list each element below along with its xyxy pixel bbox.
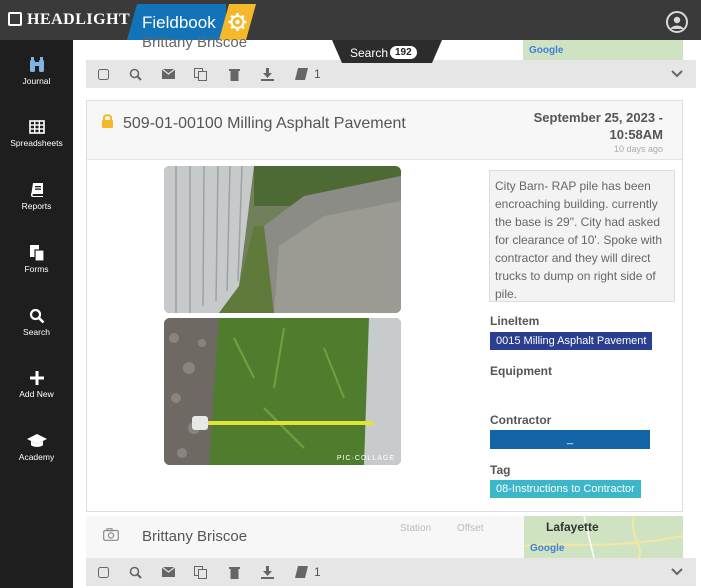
- prev-entry-map[interactable]: Google: [523, 40, 683, 60]
- headlight-logo-text[interactable]: HEADLIGHT: [27, 11, 130, 29]
- attachment-icon[interactable]: [294, 565, 308, 579]
- photo-watermark: PIC·COLLAGE: [336, 455, 395, 462]
- sidebar-item-academy[interactable]: Academy: [0, 430, 73, 462]
- google-logo: Google: [529, 45, 564, 56]
- graduation-cap-icon: [26, 434, 47, 447]
- sidebar-item-reports[interactable]: Reports: [0, 179, 73, 211]
- lineitem-label: LineItem: [490, 314, 540, 328]
- forms-icon: [29, 245, 45, 262]
- sidebar-item-label: Add New: [19, 389, 54, 399]
- select-checkbox[interactable]: [96, 565, 110, 579]
- app-title[interactable]: Fieldbook: [142, 13, 216, 33]
- sidebar-item-search[interactable]: Search: [0, 305, 73, 337]
- copy-icon[interactable]: [193, 67, 207, 81]
- entry-date: September 25, 2023 - 10:58AM: [534, 109, 663, 143]
- attachment-icon[interactable]: [294, 67, 308, 81]
- user-avatar[interactable]: [666, 11, 688, 33]
- copy-icon[interactable]: [193, 565, 207, 579]
- sidebar-item-label: Reports: [21, 201, 52, 211]
- sidebar-item-spreadsheets[interactable]: Spreadsheets: [0, 116, 73, 148]
- entry-notes[interactable]: City Barn- RAP pile has been encroaching…: [489, 170, 675, 302]
- offset-label: Offset: [457, 523, 484, 534]
- prev-entry-toolbar: 1: [86, 60, 696, 88]
- search-count-badge: 192: [390, 46, 417, 59]
- tag-label: Tag: [490, 463, 511, 477]
- zoom-icon[interactable]: [128, 565, 142, 579]
- sidebar-item-label: Forms: [24, 264, 49, 274]
- google-logo: Google: [530, 543, 565, 554]
- lineitem-chip[interactable]: 0015 Milling Asphalt Pavement: [490, 332, 653, 350]
- sidebar-item-label: Spreadsheets: [10, 138, 63, 148]
- contractor-chip[interactable]: _: [490, 430, 650, 449]
- map-town-label: Lafayette: [546, 520, 599, 534]
- photo-building-gravel: [164, 166, 401, 313]
- zoom-icon[interactable]: [128, 67, 142, 81]
- sidebar-item-journal[interactable]: Journal: [0, 54, 73, 86]
- email-icon[interactable]: [161, 67, 175, 81]
- attachment-count: 1: [314, 67, 321, 81]
- camera-icon: [103, 528, 119, 541]
- email-icon[interactable]: [161, 565, 175, 579]
- entry-header[interactable]: 509-01-00100 Milling Asphalt Pavement Se…: [87, 101, 682, 160]
- sidebar-item-label: Journal: [22, 76, 51, 86]
- chevron-down-icon[interactable]: [670, 565, 684, 579]
- select-checkbox[interactable]: [96, 67, 110, 81]
- entry-photo-2[interactable]: PIC·COLLAGE: [164, 318, 401, 465]
- user-icon: [670, 16, 684, 29]
- book-icon: [30, 183, 43, 197]
- trash-icon[interactable]: [227, 67, 241, 81]
- plus-icon: [29, 371, 44, 385]
- entry-date-line2: 10:58AM: [609, 127, 663, 142]
- trash-icon[interactable]: [227, 565, 241, 579]
- sidebar-item-label: Academy: [18, 452, 55, 462]
- attachment-count: 1: [314, 565, 321, 579]
- tag-chip[interactable]: 08-Instructions to Contractor: [490, 480, 641, 498]
- search-label[interactable]: Search: [350, 46, 388, 60]
- contractor-label: Contractor: [490, 413, 552, 427]
- binoculars-icon: [29, 57, 44, 72]
- station-label: Station: [400, 523, 432, 534]
- next-entry-toolbar: 1: [86, 558, 696, 586]
- lock-icon: [102, 114, 113, 128]
- chevron-down-icon[interactable]: [670, 67, 684, 81]
- entry-date-line1: September 25, 2023 -: [533, 110, 663, 125]
- entry-relative-time: 10 days ago: [613, 144, 663, 154]
- equipment-label: Equipment: [490, 364, 552, 378]
- sidebar-item-add-new[interactable]: Add New: [0, 367, 73, 399]
- download-icon[interactable]: [260, 565, 274, 579]
- prev-entry-author: Brittany Briscoe: [142, 34, 248, 51]
- next-entry-map[interactable]: Lafayette Google: [524, 516, 683, 558]
- photo-grass-measuring-tape: [164, 318, 401, 465]
- next-entry-author: Brittany Briscoe: [142, 528, 248, 545]
- search-icon: [29, 308, 44, 324]
- headlight-logo-icon[interactable]: [8, 12, 22, 26]
- sidebar-item-label: Search: [23, 327, 50, 337]
- grid-icon: [28, 120, 45, 134]
- sidebar-item-forms[interactable]: Forms: [0, 242, 73, 274]
- entry-photo-1[interactable]: [164, 166, 401, 313]
- download-icon[interactable]: [260, 67, 274, 81]
- entry-title: 509-01-00100 Milling Asphalt Pavement: [123, 115, 406, 132]
- sidebar: Journal Spreadsheets Reports Forms Searc…: [0, 40, 73, 588]
- journal-entry-card[interactable]: 509-01-00100 Milling Asphalt Pavement Se…: [86, 100, 683, 512]
